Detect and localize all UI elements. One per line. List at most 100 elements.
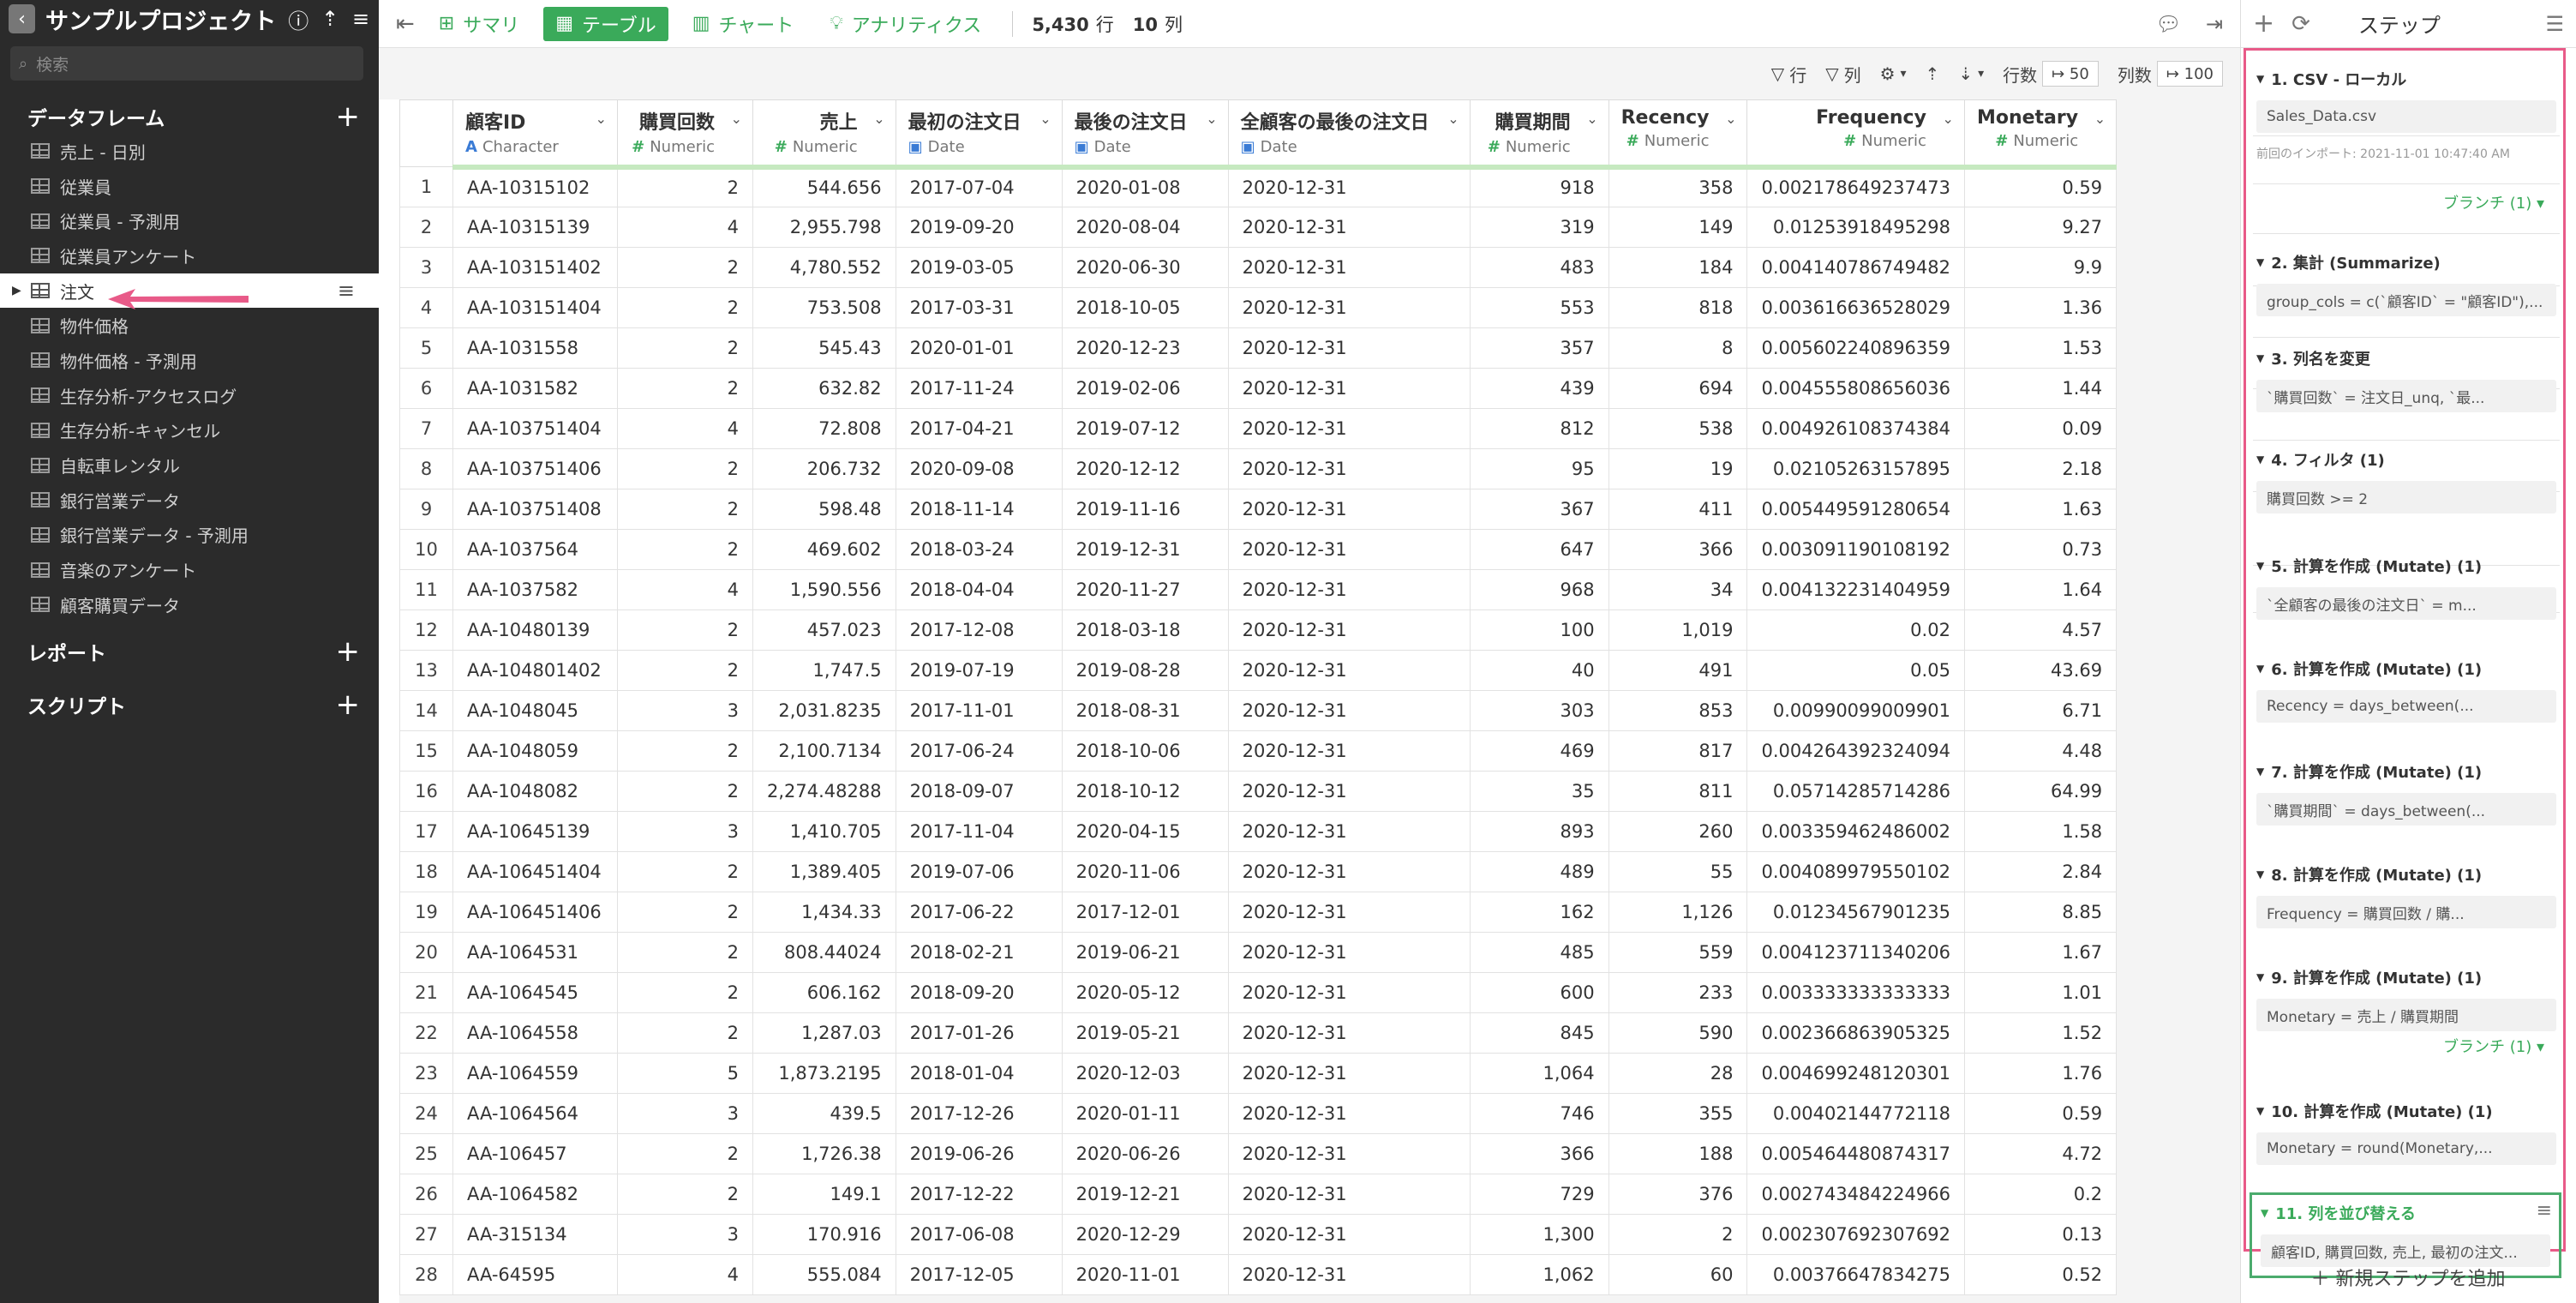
table-cell[interactable]: 1,300 bbox=[1469, 1214, 1609, 1255]
chevron-down-icon[interactable]: ⌄ bbox=[731, 111, 742, 127]
table-cell[interactable]: 411 bbox=[1608, 489, 1748, 530]
table-cell[interactable]: 2020-12-31 bbox=[1227, 609, 1471, 651]
table-cell[interactable]: 3 bbox=[617, 1093, 753, 1134]
table-cell[interactable]: 808.44024 bbox=[752, 932, 896, 973]
table-cell[interactable]: 1,019 bbox=[1608, 609, 1748, 651]
table-cell[interactable]: 64.99 bbox=[1963, 771, 2118, 812]
dataframe-item[interactable]: 音楽のアンケート bbox=[0, 552, 379, 587]
table-cell[interactable]: 2019-06-26 bbox=[895, 1133, 1063, 1174]
table-cell[interactable]: 590 bbox=[1608, 1012, 1748, 1054]
table-cell[interactable]: 544.656 bbox=[752, 166, 896, 207]
step-item[interactable]: ▼ 3. 列名を変更 `購買回数` = 注文日_unq, `最... bbox=[2256, 347, 2556, 412]
table-cell[interactable]: AA-106457 bbox=[452, 1133, 618, 1174]
step-content[interactable]: group_cols = c(`顧客ID` = "顧客ID"),... bbox=[2256, 284, 2556, 316]
table-cell[interactable]: 0.13 bbox=[1963, 1214, 2118, 1255]
table-cell[interactable]: 0.00376647834275 bbox=[1746, 1254, 1965, 1295]
table-cell[interactable]: 812 bbox=[1469, 408, 1609, 449]
expand-caret-icon[interactable]: ▶ bbox=[12, 284, 21, 297]
table-cell[interactable]: 1.58 bbox=[1963, 811, 2118, 852]
table-cell[interactable]: 729 bbox=[1469, 1174, 1609, 1215]
table-cell[interactable]: 845 bbox=[1469, 1012, 1609, 1054]
hamburger-menu-icon[interactable]: ≡ bbox=[351, 7, 370, 31]
table-cell[interactable]: 149.1 bbox=[752, 1174, 896, 1215]
table-cell[interactable]: 2 bbox=[617, 851, 753, 892]
table-cell[interactable]: 2020-01-01 bbox=[895, 327, 1063, 369]
table-cell[interactable]: 2018-02-21 bbox=[895, 932, 1063, 973]
collapse-caret-icon[interactable]: ▼ bbox=[2256, 663, 2264, 675]
table-cell[interactable]: 2020-12-29 bbox=[1061, 1214, 1229, 1255]
table-cell[interactable]: 43.69 bbox=[1963, 650, 2118, 691]
table-cell[interactable]: 2 bbox=[617, 287, 753, 328]
table-cell[interactable]: 469.602 bbox=[752, 529, 896, 570]
table-cell[interactable]: 968 bbox=[1469, 569, 1609, 610]
table-cell[interactable]: 0.05714285714286 bbox=[1746, 771, 1965, 812]
collapse-caret-icon[interactable]: ▼ bbox=[2256, 352, 2264, 364]
table-cell[interactable]: 555.084 bbox=[752, 1254, 896, 1295]
table-cell[interactable]: 2 bbox=[1608, 1214, 1748, 1255]
table-cell[interactable]: 2020-06-26 bbox=[1061, 1133, 1229, 1174]
table-cell[interactable]: 0.002366863905325 bbox=[1746, 1012, 1965, 1054]
table-cell[interactable]: 439.5 bbox=[752, 1093, 896, 1134]
step-content[interactable]: Monetary = 売上 / 購買期間 bbox=[2256, 999, 2556, 1031]
step-item[interactable]: ▼ 1. CSV - ローカル Sales_Data.csv 前回のインポート: 20… bbox=[2256, 68, 2556, 162]
column-header[interactable]: 顧客ID ⌄ A Character bbox=[452, 99, 618, 170]
step-item[interactable]: ▼ 2. 集計 (Summarize) group_cols = c(`顧客ID` … bbox=[2256, 251, 2556, 316]
table-cell[interactable]: 545.43 bbox=[752, 327, 896, 369]
table-cell[interactable]: 206.732 bbox=[752, 448, 896, 489]
table-cell[interactable]: 260 bbox=[1608, 811, 1748, 852]
table-cell[interactable]: 2020-12-31 bbox=[1227, 529, 1471, 570]
table-cell[interactable]: 8 bbox=[1608, 327, 1748, 369]
table-cell[interactable]: 1.53 bbox=[1963, 327, 2118, 369]
table-cell[interactable]: 2020-12-31 bbox=[1227, 771, 1471, 812]
table-cell[interactable]: 2 bbox=[617, 1174, 753, 1215]
step-item[interactable]: ▼ 7. 計算を作成 (Mutate) (1) `購買期間` = days_betw… bbox=[2256, 760, 2556, 826]
step-content[interactable]: 顧客ID, 購買回数, 売上, 最初の注文... bbox=[2261, 1234, 2550, 1267]
table-cell[interactable]: 2 bbox=[617, 932, 753, 973]
table-cell[interactable]: 2020-12-31 bbox=[1227, 1133, 1471, 1174]
table-cell[interactable]: 2,031.8235 bbox=[752, 690, 896, 731]
table-cell[interactable]: AA-10315139 bbox=[452, 207, 618, 248]
table-cell[interactable]: 2017-03-31 bbox=[895, 287, 1063, 328]
table-cell[interactable]: 0.004264392324094 bbox=[1746, 730, 1965, 772]
table-cell[interactable]: AA-64595 bbox=[452, 1254, 618, 1295]
table-cell[interactable]: 2020-12-31 bbox=[1227, 1254, 1471, 1295]
table-cell[interactable]: 0.003616636528029 bbox=[1746, 287, 1965, 328]
table-cell[interactable]: 1.67 bbox=[1963, 932, 2118, 973]
table-cell[interactable]: AA-1048082 bbox=[452, 771, 618, 812]
table-cell[interactable]: 35 bbox=[1469, 771, 1609, 812]
dataframe-item[interactable]: 従業員 bbox=[0, 169, 379, 204]
table-cell[interactable]: 753.508 bbox=[752, 287, 896, 328]
table-cell[interactable]: 2018-09-20 bbox=[895, 972, 1063, 1013]
table-cell[interactable]: AA-10315102 bbox=[452, 166, 618, 207]
table-cell[interactable]: 95 bbox=[1469, 448, 1609, 489]
column-header[interactable]: 全顧客の最後の注文日 ⌄ ▣ Date bbox=[1227, 99, 1471, 170]
table-cell[interactable]: AA-1064559 bbox=[452, 1053, 618, 1094]
table-cell[interactable]: AA-1064558 bbox=[452, 1012, 618, 1054]
table-cell[interactable]: 2020-11-27 bbox=[1061, 569, 1229, 610]
tab-table[interactable]: ▦ テーブル bbox=[543, 6, 668, 41]
dataframe-item[interactable]: 売上 - 日別 bbox=[0, 134, 379, 169]
step-item[interactable]: ▼ 6. 計算を作成 (Mutate) (1) Recency = days_bet… bbox=[2256, 658, 2556, 723]
table-cell[interactable]: 2020-12-31 bbox=[1227, 1012, 1471, 1054]
table-cell[interactable]: 0.59 bbox=[1963, 1093, 2118, 1134]
table-cell[interactable]: 367 bbox=[1469, 489, 1609, 530]
table-cell[interactable]: 1,590.556 bbox=[752, 569, 896, 610]
table-cell[interactable]: AA-103151402 bbox=[452, 247, 618, 288]
table-cell[interactable]: AA-103151404 bbox=[452, 287, 618, 328]
table-cell[interactable]: 2 bbox=[617, 730, 753, 772]
dataframe-item[interactable]: 自転車レンタル bbox=[0, 447, 379, 483]
table-cell[interactable]: 2020-09-08 bbox=[895, 448, 1063, 489]
table-cell[interactable]: 170.916 bbox=[752, 1214, 896, 1255]
table-cell[interactable]: 2017-12-26 bbox=[895, 1093, 1063, 1134]
table-cell[interactable]: 2020-12-31 bbox=[1227, 327, 1471, 369]
table-cell[interactable]: 357 bbox=[1469, 327, 1609, 369]
table-cell[interactable]: 60 bbox=[1608, 1254, 1748, 1295]
comment-icon[interactable]: 💬︎ bbox=[2155, 12, 2181, 36]
table-cell[interactable]: 2019-06-21 bbox=[1061, 932, 1229, 973]
table-cell[interactable]: 4 bbox=[617, 1254, 753, 1295]
table-cell[interactable]: 2020-01-08 bbox=[1061, 166, 1229, 207]
table-cell[interactable]: 72.808 bbox=[752, 408, 896, 449]
table-cell[interactable]: 2 bbox=[617, 1012, 753, 1054]
table-cell[interactable]: AA-1031558 bbox=[452, 327, 618, 369]
table-cell[interactable]: 0.73 bbox=[1963, 529, 2118, 570]
